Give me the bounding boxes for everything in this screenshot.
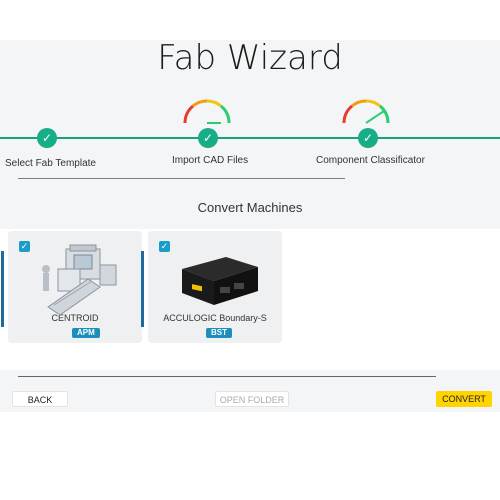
machine-badge: APM (72, 328, 100, 338)
convert-button[interactable]: CONVERT (436, 391, 492, 407)
page-title: Fab Wizard (157, 38, 343, 78)
gauge-icon (183, 99, 231, 124)
back-button[interactable]: BACK (12, 391, 68, 407)
card-accent (1, 251, 4, 327)
step-label-import-cad-files[interactable]: Import CAD Files (172, 155, 248, 166)
open-folder-button[interactable]: OPEN FOLDER (215, 391, 289, 407)
step-2-check-icon[interactable]: ✓ (198, 128, 218, 148)
machine-name: ACCULOGIC Boundary-S (163, 313, 267, 323)
gauge-icon (342, 99, 390, 124)
step-label-component-classificator[interactable]: Component Classificator (316, 155, 425, 166)
footer-divider (18, 376, 436, 377)
section-title: Convert Machines (197, 200, 303, 215)
centroid-machine-image (42, 244, 117, 314)
machine-name: CENTROID (51, 313, 99, 323)
stepper-divider (18, 178, 345, 179)
stepper-track (0, 137, 500, 139)
step-label-select-fab-template[interactable]: Select Fab Template (5, 158, 96, 169)
acculogic-device-image (182, 257, 258, 305)
machine-card-acculogic[interactable]: ✓ ACCULOGIC Boundary-S BST (141, 231, 282, 343)
machine-badge: BST (206, 328, 232, 338)
card-accent (141, 251, 144, 327)
machine-card-centroid[interactable]: ✓ CENTROID APM (1, 231, 142, 343)
step-1-check-icon[interactable]: ✓ (37, 128, 57, 148)
step-3-check-icon[interactable]: ✓ (358, 128, 378, 148)
